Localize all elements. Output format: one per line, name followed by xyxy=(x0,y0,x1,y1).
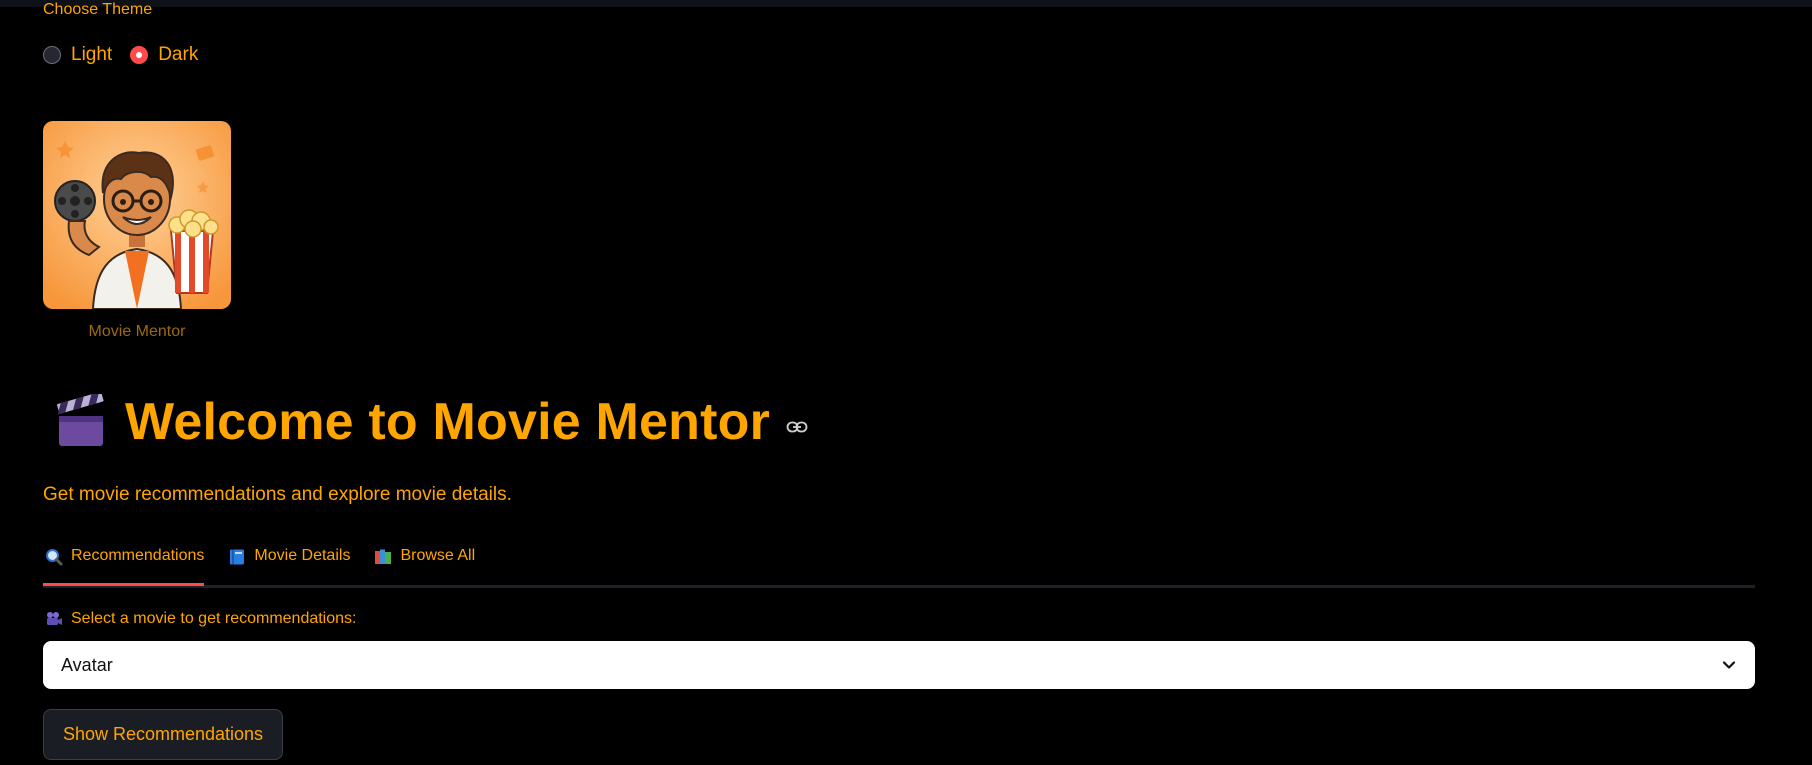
tab-browse-all[interactable]: Browse All xyxy=(372,545,475,583)
theme-option-dark-label: Dark xyxy=(158,44,199,65)
movie-select-value: Avatar xyxy=(61,654,113,675)
theme-radio-group: Light Dark xyxy=(43,44,198,66)
clapper-board-icon xyxy=(57,394,104,446)
tab-recommendations[interactable]: Recommendations xyxy=(43,545,205,586)
logo-block: Movie Mentor xyxy=(43,121,231,341)
movie-select-label-row: Select a movie to get recommendations: xyxy=(45,609,356,628)
movie-select-label: Select a movie to get recommendations: xyxy=(71,609,357,627)
show-recommendations-button[interactable]: Show Recommendations xyxy=(43,709,283,760)
page-title: Welcome to Movie Mentor xyxy=(125,393,771,451)
chevron-down-icon[interactable] xyxy=(1721,657,1737,673)
page-title-row: Welcome to Movie Mentor xyxy=(53,392,808,452)
movie-camera-icon xyxy=(47,612,62,625)
theme-label: Choose Theme xyxy=(43,1,153,18)
logo-caption: Movie Mentor xyxy=(88,323,186,340)
blue-book-icon xyxy=(230,549,245,565)
tab-recommendations-label: Recommendations xyxy=(71,547,205,564)
tab-movie-details[interactable]: Movie Details xyxy=(226,545,350,583)
movie-mentor-logo xyxy=(43,121,231,309)
page-subtitle: Get movie recommendations and explore mo… xyxy=(43,484,512,505)
radio-dark[interactable] xyxy=(130,46,149,64)
movie-select[interactable]: Avatar xyxy=(43,641,1755,689)
radio-light[interactable] xyxy=(43,46,61,64)
main-content: Choose Theme Light Dark Movie Mentor Wel… xyxy=(43,0,1755,765)
tab-bar: Recommendations Movie Details Browse All xyxy=(43,545,1755,588)
magnifier-icon xyxy=(46,549,63,566)
link-icon[interactable] xyxy=(786,420,808,434)
theme-option-light-label: Light xyxy=(71,44,113,65)
theme-option-light[interactable]: Light xyxy=(43,44,112,66)
theme-option-dark[interactable]: Dark xyxy=(130,44,198,66)
books-icon xyxy=(375,549,392,564)
tab-browse-all-label: Browse All xyxy=(400,547,476,564)
tab-movie-details-label: Movie Details xyxy=(254,547,351,564)
